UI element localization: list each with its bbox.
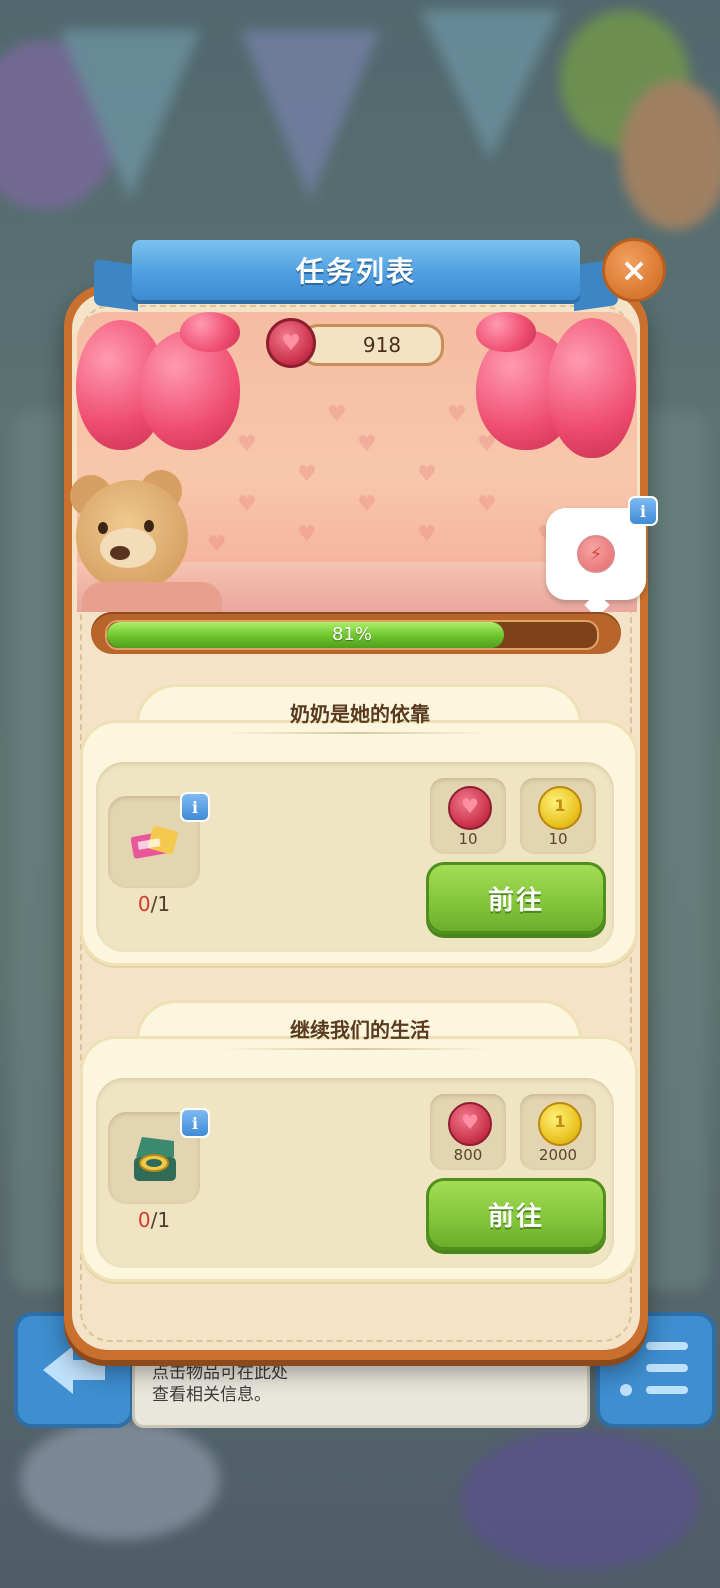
ring-box-icon bbox=[134, 1137, 176, 1181]
hint-line: 点击物品可在此处 bbox=[152, 1363, 288, 1383]
heart-token-icon bbox=[448, 786, 492, 830]
title-divider bbox=[220, 732, 492, 734]
heart-token-icon bbox=[448, 1102, 492, 1146]
reward-value: 2000 bbox=[538, 1146, 578, 1164]
progress-label: 81% bbox=[331, 624, 372, 645]
task-progress-count: 0/1 bbox=[108, 892, 200, 916]
count-current: 0 bbox=[137, 892, 151, 916]
balloon-decoration bbox=[476, 312, 536, 352]
close-button[interactable]: × bbox=[602, 238, 666, 302]
task-title: 继续我们的生活 bbox=[290, 1018, 430, 1042]
heart-token-icon: ♥ bbox=[266, 318, 316, 368]
lightning-icon: ⚡ bbox=[577, 535, 615, 573]
close-icon: × bbox=[620, 251, 648, 289]
go-button[interactable]: 前往 bbox=[426, 1178, 606, 1250]
progress-bar: 81% bbox=[91, 612, 621, 654]
reward-value: 10 bbox=[458, 830, 478, 848]
hint-text: 点击物品可在此处 查看相关信息。 bbox=[152, 1362, 288, 1406]
hint-line: 查看相关信息。 bbox=[152, 1385, 271, 1405]
info-icon[interactable]: i bbox=[628, 496, 658, 526]
count-total: /1 bbox=[150, 1208, 171, 1232]
modal-title: 任务列表 bbox=[295, 255, 416, 288]
reward-value: 10 bbox=[548, 830, 568, 848]
reward-value: 800 bbox=[453, 1146, 483, 1164]
count-total: /1 bbox=[150, 892, 171, 916]
reward-slot: 2000 bbox=[520, 1094, 596, 1170]
coin-icon bbox=[538, 786, 582, 830]
title-ribbon: 任务列表 bbox=[132, 240, 580, 300]
task-progress-count: 0/1 bbox=[108, 1208, 200, 1232]
reward-slot: 10 bbox=[520, 778, 596, 854]
task-title: 奶奶是她的依靠 bbox=[290, 702, 430, 726]
currency-counter: 918 bbox=[300, 324, 444, 366]
info-icon[interactable]: i bbox=[180, 792, 210, 822]
balloon-decoration bbox=[548, 318, 636, 458]
tickets-icon bbox=[130, 825, 178, 859]
currency-value: 918 bbox=[362, 333, 402, 357]
reward-slot: 10 bbox=[430, 778, 506, 854]
go-button[interactable]: 前往 bbox=[426, 862, 606, 934]
balloon-decoration bbox=[180, 312, 240, 352]
info-icon[interactable]: i bbox=[180, 1108, 210, 1138]
coin-icon bbox=[538, 1102, 582, 1146]
progress-track: 81% bbox=[105, 620, 599, 650]
reward-slot: 800 bbox=[430, 1094, 506, 1170]
count-current: 0 bbox=[137, 1208, 151, 1232]
title-divider bbox=[220, 1048, 492, 1050]
